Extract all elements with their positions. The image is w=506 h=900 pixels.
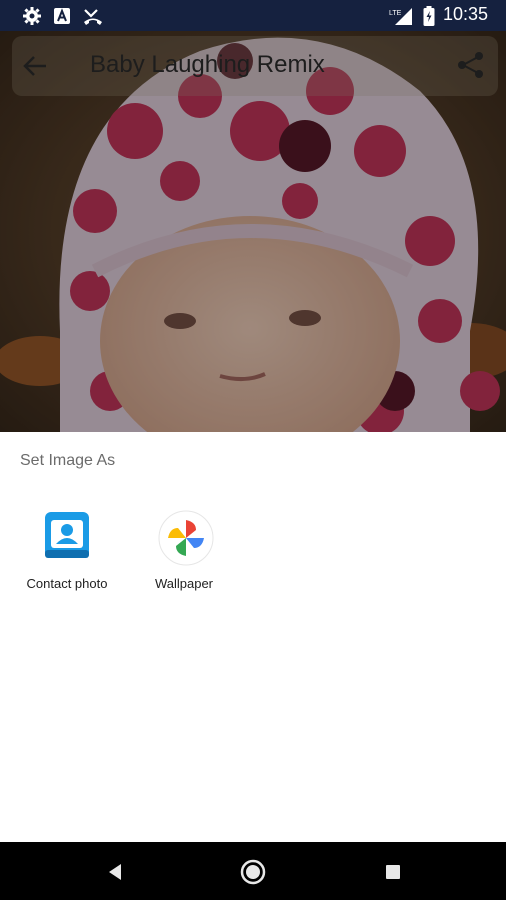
google-photos-pinwheel-icon bbox=[158, 510, 214, 566]
page-title: Baby Laughing Remix bbox=[90, 51, 325, 78]
arrow-back-icon[interactable] bbox=[20, 52, 50, 80]
missed-call-icon bbox=[82, 6, 104, 26]
sheet-title: Set Image As bbox=[20, 452, 116, 469]
wallpaper-label: Wallpaper bbox=[154, 576, 214, 591]
contact-photo-icon bbox=[41, 510, 93, 562]
navigation-bar bbox=[0, 842, 506, 900]
svg-text:LTE: LTE bbox=[389, 10, 402, 17]
home-circle-icon[interactable] bbox=[239, 858, 267, 886]
lte-signal-icon: LTE bbox=[389, 6, 413, 26]
set-image-as-sheet: Set Image As Contact photo Wallpaper bbox=[0, 432, 506, 842]
wallpaper-target[interactable]: Wallpaper bbox=[129, 510, 239, 591]
recents-square-icon[interactable] bbox=[379, 858, 407, 886]
battery-icon bbox=[422, 6, 436, 26]
contact-photo-target[interactable]: Contact photo bbox=[12, 510, 122, 591]
clock-time: 10:35 bbox=[442, 4, 488, 24]
gear-icon bbox=[22, 6, 42, 26]
contact-photo-label: Contact photo bbox=[26, 576, 108, 591]
status-bar: LTE 10:35 bbox=[0, 0, 506, 31]
font-a-icon bbox=[53, 6, 71, 26]
back-triangle-icon[interactable] bbox=[101, 858, 129, 886]
share-icon[interactable] bbox=[455, 49, 487, 81]
